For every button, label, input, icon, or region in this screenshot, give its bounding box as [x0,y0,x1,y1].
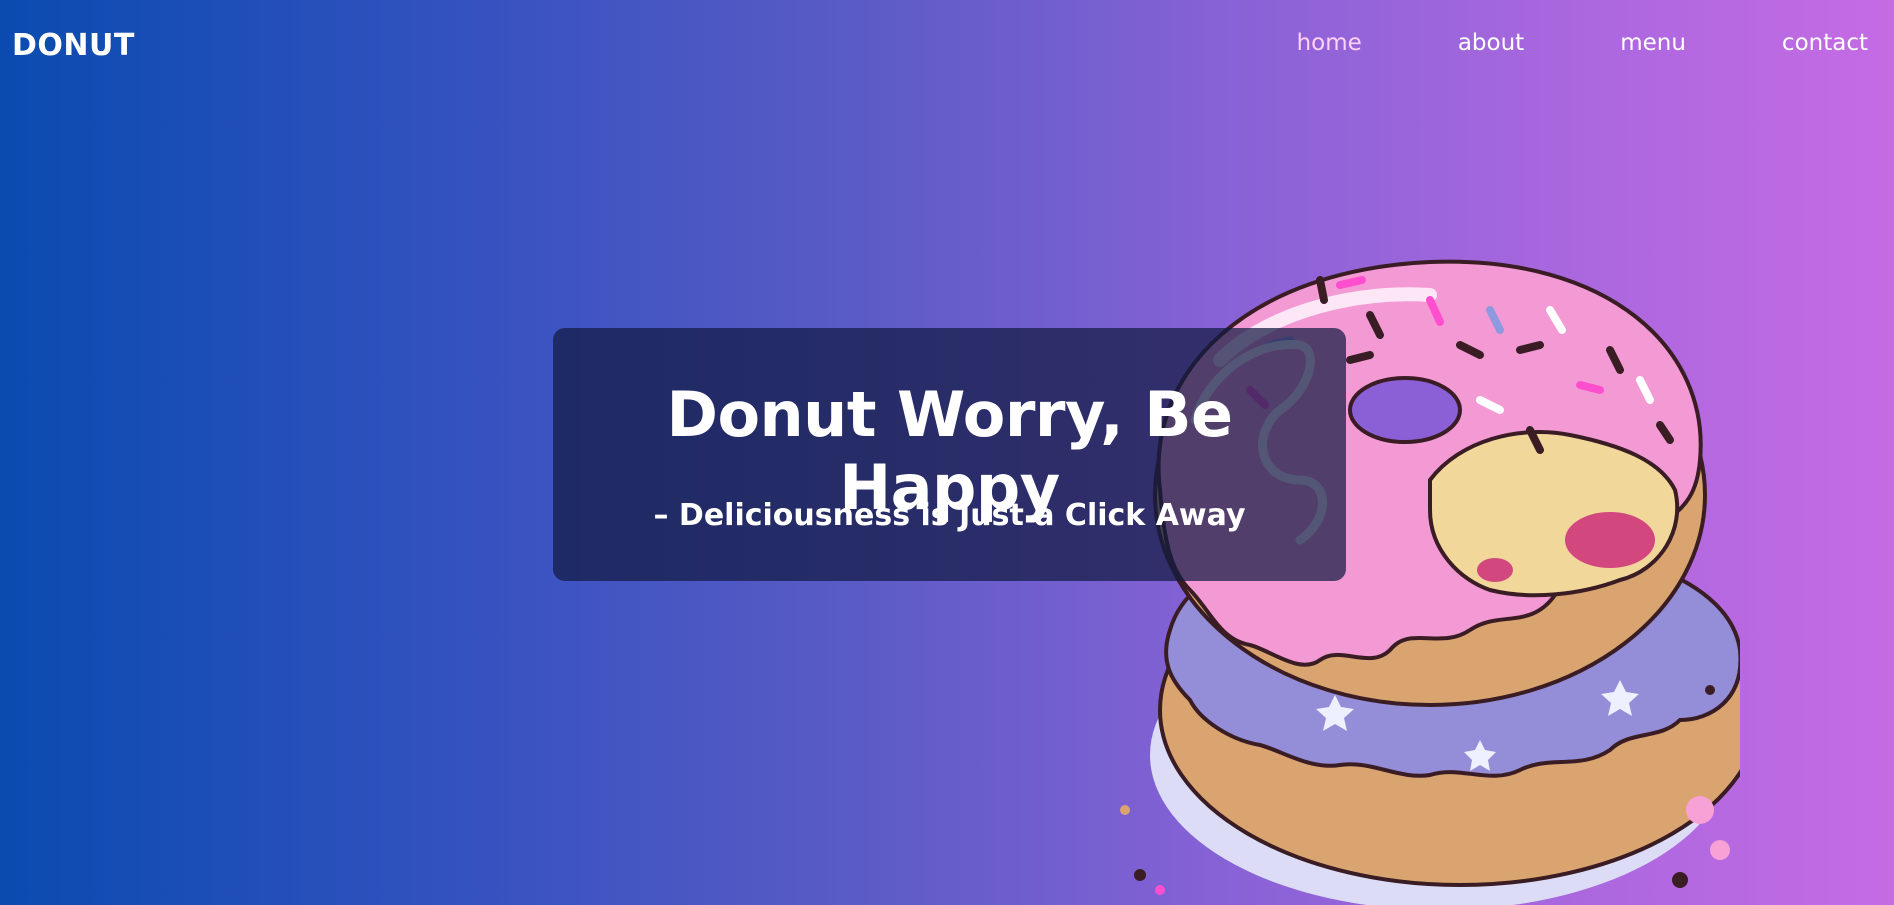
hero-subtitle: – Deliciousness is Just a Click Away [653,498,1246,533]
donut-hole-icon [1348,376,1462,444]
nav-link-about[interactable]: about [1458,30,1524,56]
nav-link-menu[interactable]: menu [1620,30,1686,56]
nav-link-contact[interactable]: contact [1782,30,1868,56]
nav-links: home about menu contact [1201,30,1868,56]
jam-filling-icon [1565,512,1655,568]
jam-filling-icon [1477,558,1513,582]
bite-mark-icon [1428,430,1680,598]
site-logo[interactable]: DONUT [12,28,135,63]
navbar: DONUT home about menu contact [0,0,1894,96]
hero-box: Donut Worry, Be Happy – Deliciousness is… [553,328,1346,581]
nav-link-home[interactable]: home [1297,30,1362,56]
